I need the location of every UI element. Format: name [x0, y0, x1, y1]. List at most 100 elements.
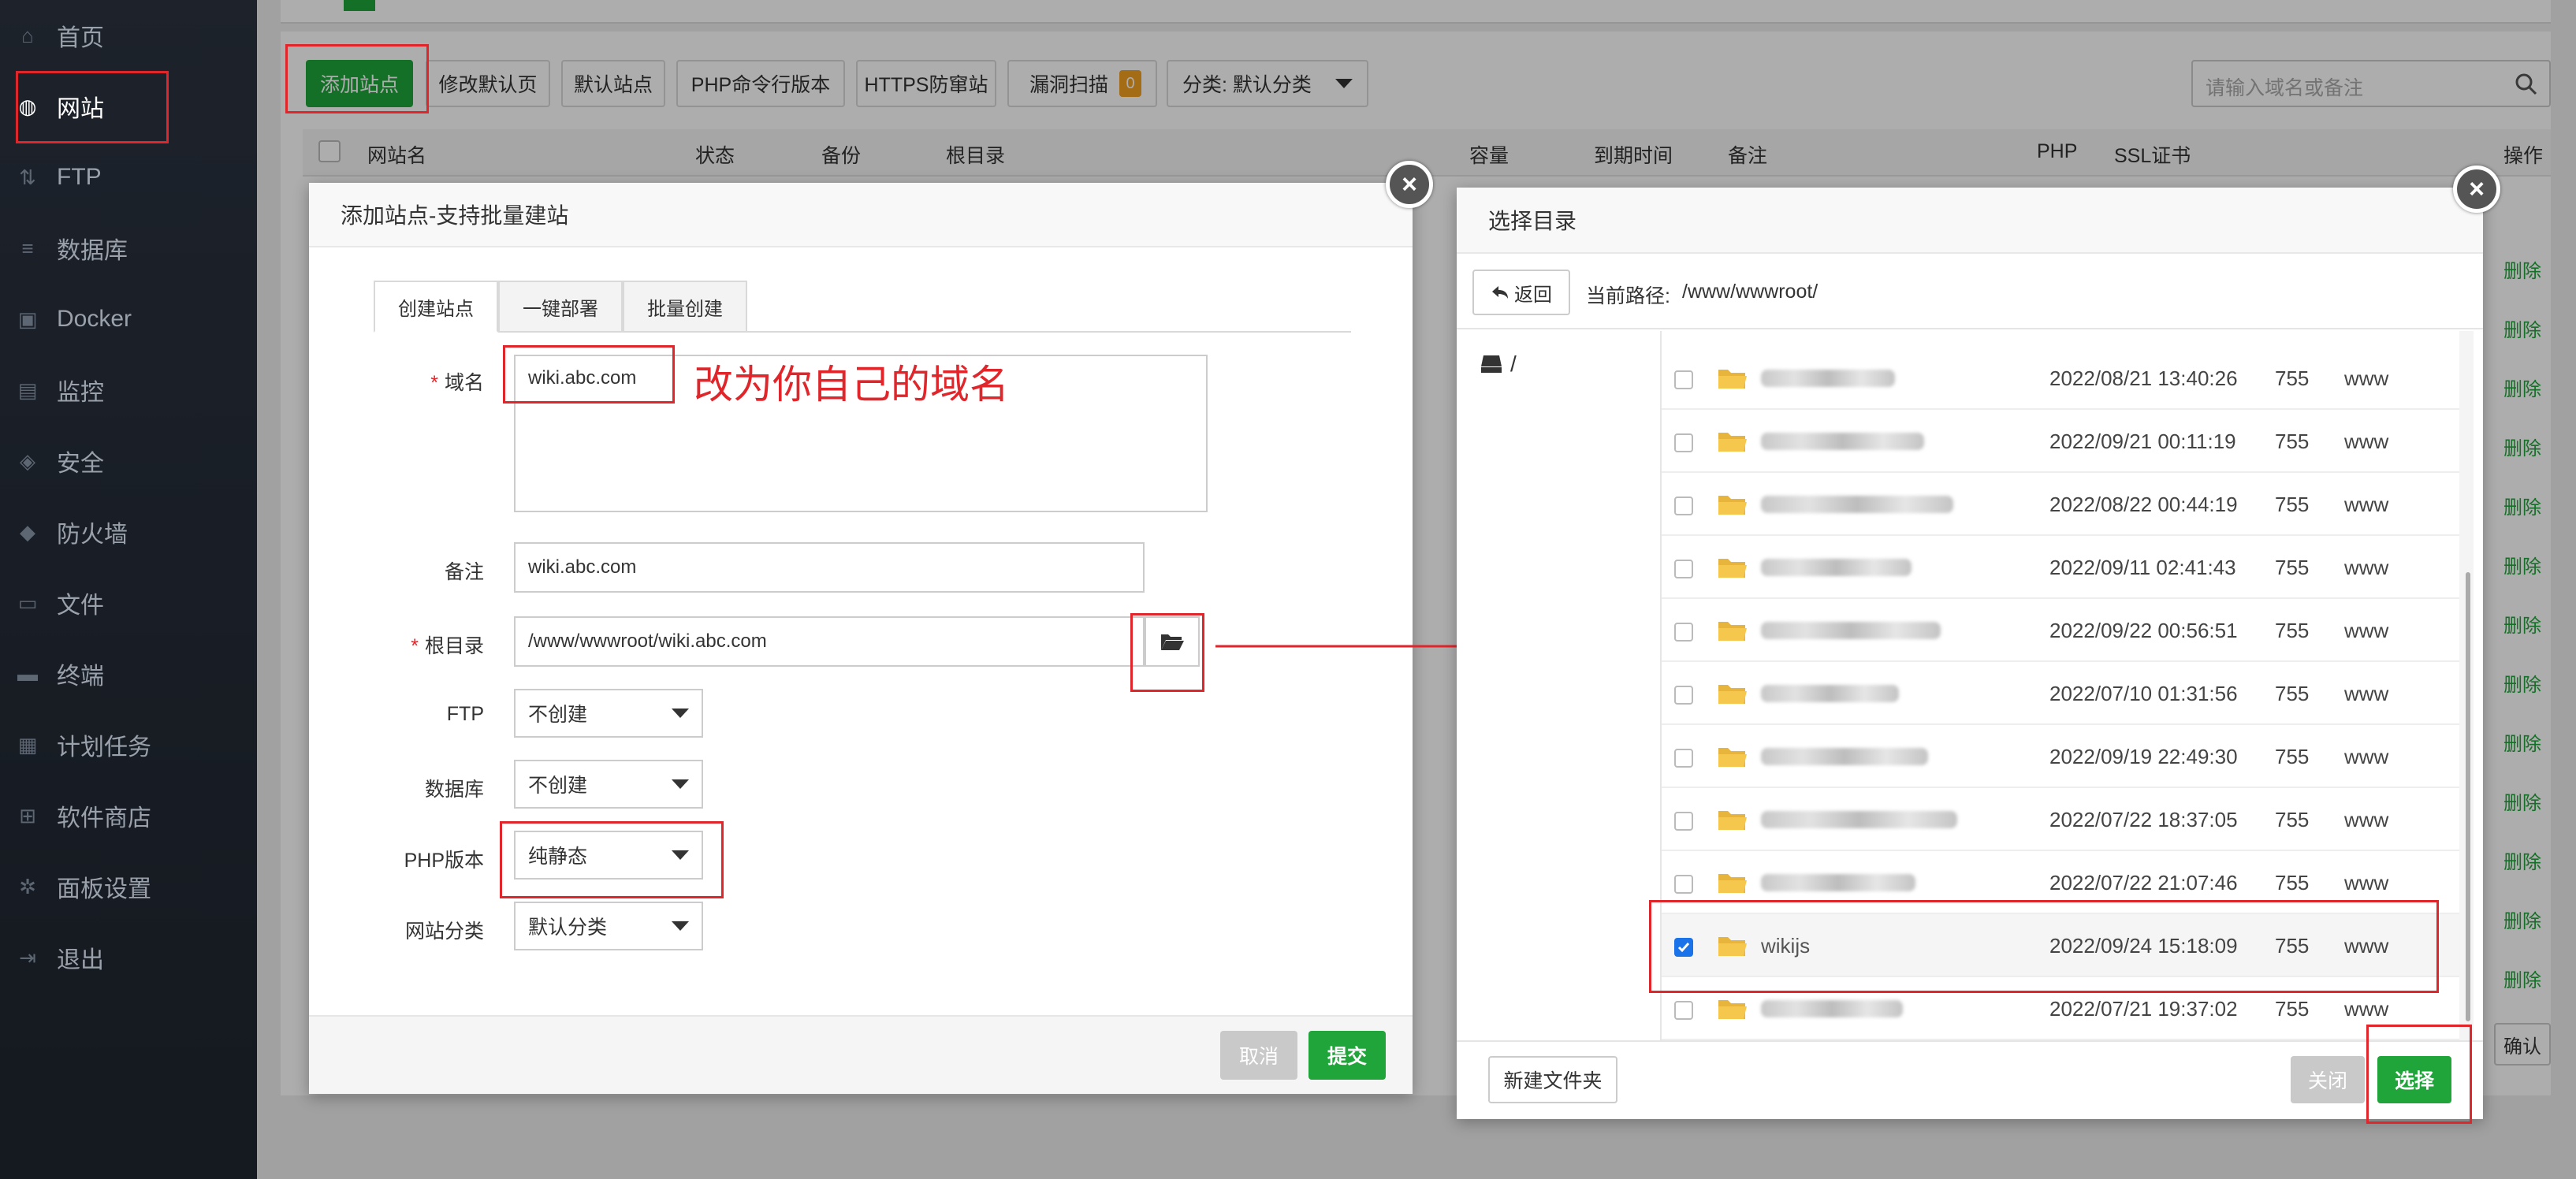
- row-checkbox[interactable]: [1674, 875, 1693, 894]
- folder-icon: [1718, 748, 1747, 767]
- sidebar-item-2[interactable]: ⇅ FTP: [0, 142, 257, 213]
- sidebar-item-12[interactable]: ✲ 面板设置: [0, 851, 257, 922]
- file-permission: 755: [2275, 996, 2310, 1021]
- row-checkbox[interactable]: [1674, 749, 1693, 768]
- file-date: 2022/07/22 18:37:05: [2049, 807, 2238, 831]
- row-checkbox[interactable]: [1674, 560, 1693, 578]
- file-name[interactable]: [1761, 867, 1958, 898]
- row-checkbox[interactable]: [1674, 686, 1693, 705]
- note-input[interactable]: wiki.abc.com: [514, 542, 1145, 593]
- sidebar-item-6[interactable]: ◈ 安全: [0, 426, 257, 497]
- file-date: 2022/07/10 01:31:56: [2049, 681, 2238, 705]
- file-row[interactable]: 2022/08/22 00:44:19 755 www: [1662, 473, 2459, 536]
- ftp-select[interactable]: 不创建: [514, 689, 703, 738]
- file-name[interactable]: [1761, 804, 1958, 835]
- file-owner: www: [2344, 429, 2389, 453]
- ftp-icon: ⇅: [19, 165, 36, 189]
- file-name[interactable]: [1761, 741, 1958, 772]
- file-name[interactable]: [1761, 552, 1958, 583]
- site-category-select[interactable]: 默认分类: [514, 902, 703, 950]
- cancel-button[interactable]: 取消: [1220, 1031, 1297, 1080]
- file-owner: www: [2344, 366, 2389, 390]
- close-icon[interactable]: ×: [1386, 161, 1433, 208]
- sidebar-item-label: 首页: [57, 25, 104, 51]
- new-folder-button[interactable]: 新建文件夹: [1488, 1056, 1617, 1103]
- sidebar-item-8[interactable]: ▭ 文件: [0, 567, 257, 638]
- row-checkbox[interactable]: [1674, 1001, 1693, 1020]
- file-row[interactable]: 2022/09/21 00:11:19 755 www: [1662, 410, 2459, 473]
- row-checkbox[interactable]: [1674, 433, 1693, 452]
- highlight-add-site: [285, 44, 429, 113]
- chevron-down-icon: [672, 921, 689, 931]
- chevron-down-icon: [672, 779, 689, 789]
- sidebar-item-label: 软件商店: [57, 805, 151, 831]
- file-name[interactable]: [1761, 363, 1958, 394]
- row-checkbox[interactable]: [1674, 370, 1693, 389]
- sidebar-item-5[interactable]: ▤ 监控: [0, 355, 257, 426]
- file-name[interactable]: [1761, 615, 1958, 646]
- file-name[interactable]: [1761, 678, 1958, 709]
- file-permission: 755: [2275, 618, 2310, 642]
- file-name[interactable]: [1761, 993, 1958, 1025]
- sidebar-item-9[interactable]: ▬ 终端: [0, 638, 257, 709]
- submit-button[interactable]: 提交: [1308, 1031, 1386, 1080]
- redacted-name: [1761, 559, 1912, 576]
- folder-icon: [1718, 811, 1747, 830]
- php-version-label: PHP版本: [404, 850, 484, 872]
- sidebar-item-10[interactable]: ▦ 计划任务: [0, 709, 257, 780]
- row-checkbox[interactable]: [1674, 623, 1693, 642]
- file-permission: 755: [2275, 492, 2310, 516]
- sidebar-item-13[interactable]: ⇥ 退出: [0, 922, 257, 993]
- note-value: wiki.abc.com: [528, 556, 637, 578]
- file-name[interactable]: [1761, 489, 1958, 520]
- site-category-label: 网站分类: [404, 921, 484, 943]
- sidebar-item-label: 安全: [57, 451, 104, 477]
- sidebar-item-0[interactable]: ⌂ 首页: [0, 0, 257, 71]
- sidebar-item-label: 退出: [57, 947, 104, 973]
- chevron-down-icon: [672, 709, 689, 718]
- logout-icon: ⇥: [19, 945, 36, 969]
- file-row[interactable]: 2022/07/22 18:37:05 755 www: [1662, 788, 2459, 851]
- gear-icon: ✲: [19, 874, 36, 898]
- highlight-select-button: [2366, 1025, 2472, 1124]
- current-path-value: /www/wwwroot/: [1682, 281, 1818, 303]
- row-checkbox[interactable]: [1674, 812, 1693, 831]
- tree-root[interactable]: /: [1480, 348, 1528, 380]
- file-date: 2022/07/21 19:37:02: [2049, 996, 2238, 1021]
- tab-one-click-deploy[interactable]: 一键部署: [498, 281, 623, 333]
- close-icon[interactable]: ×: [2453, 166, 2500, 213]
- sidebar-item-11[interactable]: ⊞ 软件商店: [0, 780, 257, 851]
- sidebar-item-7[interactable]: ◆ 防火墙: [0, 497, 257, 567]
- close-button[interactable]: 关闭: [2291, 1056, 2365, 1103]
- sidebar-item-4[interactable]: ▣ Docker: [0, 284, 257, 355]
- file-name[interactable]: [1761, 426, 1958, 457]
- file-date: 2022/07/22 21:07:46: [2049, 870, 2238, 894]
- file-permission: 755: [2275, 807, 2310, 831]
- scrollbar-thumb[interactable]: [2466, 572, 2470, 1021]
- select-dir-dialog-title: 选择目录: [1457, 188, 2483, 254]
- root-input[interactable]: /www/wwwroot/wiki.abc.com: [514, 616, 1145, 667]
- file-row[interactable]: 2022/09/19 22:49:30 755 www: [1662, 725, 2459, 788]
- file-row[interactable]: 2022/07/10 01:31:56 755 www: [1662, 662, 2459, 725]
- file-date: 2022/09/22 00:56:51: [2049, 618, 2238, 642]
- folder-icon: [1718, 685, 1747, 704]
- note-label: 备注: [444, 561, 484, 583]
- file-date: 2022/09/19 22:49:30: [2049, 744, 2238, 768]
- tab-batch-create[interactable]: 批量创建: [623, 281, 747, 333]
- database-label: 数据库: [424, 779, 484, 801]
- sidebar-item-label: 数据库: [57, 238, 128, 264]
- tab-create-site[interactable]: 创建站点: [374, 281, 498, 333]
- database-select[interactable]: 不创建: [514, 760, 703, 809]
- folder-icon: [1718, 559, 1747, 578]
- file-row[interactable]: 2022/08/21 13:40:26 755 www: [1662, 347, 2459, 410]
- row-checkbox[interactable]: [1674, 497, 1693, 515]
- root-label: * 根目录: [411, 635, 484, 657]
- sidebar-item-3[interactable]: ≡ 数据库: [0, 213, 257, 284]
- folder-icon: [1718, 622, 1747, 641]
- file-row[interactable]: 2022/09/11 02:41:43 755 www: [1662, 536, 2459, 599]
- file-date: 2022/08/22 00:44:19: [2049, 492, 2238, 516]
- file-row[interactable]: 2022/09/22 00:56:51 755 www: [1662, 599, 2459, 662]
- ftp-label: FTP: [446, 703, 484, 725]
- back-button[interactable]: 返回: [1472, 270, 1570, 315]
- firewall-icon: ◆: [20, 519, 35, 544]
